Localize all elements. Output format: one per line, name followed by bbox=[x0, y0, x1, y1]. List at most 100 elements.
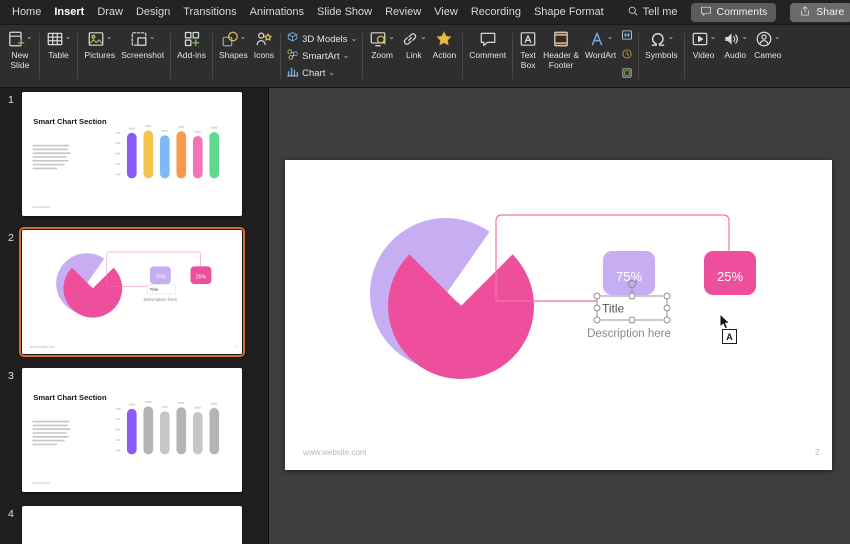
ribbon-group-symbols: ⌄Symbols bbox=[642, 28, 681, 84]
menu-item-draw[interactable]: Draw bbox=[97, 6, 123, 18]
ribbon-group-media: ⌄Video⌄Audio⌄Cameo bbox=[688, 28, 785, 84]
menu-item-slide-show[interactable]: Slide Show bbox=[317, 6, 372, 18]
selection-handle[interactable] bbox=[594, 305, 600, 311]
pictures-icon bbox=[87, 30, 105, 51]
menu-item-home[interactable]: Home bbox=[12, 6, 41, 18]
ribbon-button-audio[interactable]: ⌄Audio bbox=[719, 28, 751, 62]
video-icon bbox=[691, 30, 709, 51]
slide-thumbnail-1[interactable]: Smart Chart Section bbox=[22, 92, 242, 216]
ribbon-button-3d-models[interactable]: 3D Models⌄ bbox=[284, 31, 359, 47]
ribbon-button-icons[interactable]: Icons bbox=[251, 28, 277, 62]
mini-bar bbox=[143, 406, 153, 454]
ribbon-button-video[interactable]: ⌄Video bbox=[688, 28, 720, 62]
ribbon-button-shapes[interactable]: ⌄Shapes bbox=[216, 28, 251, 62]
thumbnail-row: 1 Smart Chart Section bbox=[0, 92, 268, 216]
ribbon-group-links: ⌄Zoom⌄LinkAction bbox=[366, 28, 459, 84]
ribbon-separator bbox=[280, 33, 281, 79]
ribbon-button-cameo[interactable]: ⌄Cameo bbox=[751, 28, 784, 62]
ribbon-group-add-ins: Add-ins bbox=[174, 28, 209, 84]
percent-small-label: 25% bbox=[196, 274, 207, 280]
tell-me[interactable]: Tell me bbox=[627, 5, 678, 20]
mini-bar bbox=[160, 411, 170, 454]
ribbon-button-comment[interactable]: Comment bbox=[466, 28, 509, 62]
chevron-down-icon: ⌄ bbox=[65, 33, 72, 41]
menu-item-shape-format[interactable]: Shape Format bbox=[534, 6, 604, 18]
chevron-down-icon: ⌄ bbox=[106, 33, 113, 41]
ribbon-button-wordart[interactable]: ⌄WordArt bbox=[582, 28, 619, 62]
ribbon: ⌄NewSlide⌄Table⌄Pictures⌄ScreenshotAdd-i… bbox=[0, 25, 850, 88]
ribbon-button-action[interactable]: Action bbox=[430, 28, 460, 62]
ribbon-button-pictures[interactable]: ⌄Pictures bbox=[81, 28, 118, 62]
ribbon-ministack bbox=[619, 28, 635, 84]
add-ins-icon bbox=[183, 30, 201, 51]
ribbon-button-screenshot[interactable]: ⌄Screenshot bbox=[118, 28, 167, 62]
chevron-down-icon: ⌄ bbox=[149, 33, 156, 41]
mini-bar bbox=[127, 409, 137, 455]
menu-item-design[interactable]: Design bbox=[136, 6, 170, 18]
selection-handle[interactable] bbox=[664, 317, 670, 323]
selection-handle[interactable] bbox=[664, 293, 670, 299]
text-box-icon bbox=[519, 30, 537, 51]
date-time-icon[interactable] bbox=[621, 47, 633, 65]
share-icon bbox=[799, 5, 811, 20]
menu-item-animations[interactable]: Animations bbox=[250, 6, 304, 18]
mini-bar bbox=[209, 408, 219, 454]
thumb-slide-title: Smart Chart Section bbox=[33, 393, 107, 402]
selection-handle[interactable] bbox=[594, 317, 600, 323]
slide-canvas: 75% 25% Title Description here www.websi… bbox=[269, 88, 850, 544]
ribbon-button-symbols[interactable]: ⌄Symbols bbox=[642, 28, 681, 62]
slide-page-number: 2 bbox=[235, 345, 237, 349]
ribbon-group-tables: ⌄Table bbox=[43, 28, 75, 84]
ribbon-separator bbox=[684, 33, 685, 79]
comment-bubble-icon bbox=[700, 5, 712, 20]
ribbon-button-add-ins[interactable]: Add-ins bbox=[174, 28, 209, 62]
menu-item-insert[interactable]: Insert bbox=[54, 6, 84, 18]
selection-handle[interactable] bbox=[629, 293, 635, 299]
chevron-down-icon: ⌄ bbox=[351, 35, 358, 43]
ribbon-button-chart[interactable]: Chart⌄ bbox=[284, 65, 337, 81]
chart-icon bbox=[286, 65, 299, 81]
slide-thumbnail-panel[interactable]: 1 Smart Chart Section 2 75% 25% Title De… bbox=[0, 88, 269, 544]
mini-bar bbox=[193, 412, 203, 454]
thumbnail-number: 3 bbox=[0, 368, 22, 492]
menu-item-review[interactable]: Review bbox=[385, 6, 421, 18]
tell-me-label: Tell me bbox=[643, 6, 678, 18]
ribbon-button-smartart[interactable]: SmartArt⌄ bbox=[284, 48, 351, 64]
slide-page-number: 2 bbox=[815, 448, 820, 457]
slide-footer-url: www.website.com bbox=[29, 345, 55, 349]
ribbon-button-table[interactable]: ⌄Table bbox=[43, 28, 75, 62]
menu-item-view[interactable]: View bbox=[434, 6, 458, 18]
ribbon-button-text-box[interactable]: TextBox bbox=[516, 28, 540, 71]
comments-button[interactable]: Comments bbox=[691, 3, 777, 22]
thumb-slide-title: Smart Chart Section bbox=[33, 117, 107, 126]
selection-handle[interactable] bbox=[664, 305, 670, 311]
chevron-down-icon: ⌄ bbox=[710, 33, 717, 41]
menu-item-recording[interactable]: Recording bbox=[471, 6, 521, 18]
chevron-down-icon: ⌄ bbox=[774, 33, 781, 41]
ribbon-group-comments: Comment bbox=[466, 28, 509, 84]
ribbon-button-new-slide[interactable]: ⌄NewSlide bbox=[4, 28, 36, 71]
selection-handle[interactable] bbox=[629, 317, 635, 323]
title-text: Title bbox=[602, 302, 625, 316]
mini-bar bbox=[160, 135, 170, 178]
menu-item-transitions[interactable]: Transitions bbox=[183, 6, 236, 18]
new-slide-icon bbox=[7, 30, 25, 51]
slide-thumbnail-3[interactable]: Smart Chart Section bbox=[22, 368, 242, 492]
thumbnail-number: 1 bbox=[0, 92, 22, 216]
share-button[interactable]: Share bbox=[790, 3, 850, 22]
mini-bar bbox=[209, 132, 219, 178]
slide-thumbnail-2[interactable]: 75% 25% Title Description here www.websi… bbox=[22, 230, 242, 354]
slide-editor[interactable]: 75% 25% Title Description here www.websi… bbox=[285, 160, 832, 470]
description-text: Description here bbox=[587, 328, 671, 340]
ribbon-button-link[interactable]: ⌄Link bbox=[398, 28, 430, 62]
chevron-down-icon: ⌄ bbox=[388, 33, 395, 41]
object-icon[interactable] bbox=[621, 66, 633, 84]
link-icon bbox=[401, 30, 419, 51]
selection-handle[interactable] bbox=[594, 293, 600, 299]
slide-number-icon[interactable] bbox=[621, 28, 633, 46]
slide-thumbnail-4[interactable] bbox=[22, 506, 242, 544]
ribbon-button-header-footer[interactable]: Header &Footer bbox=[540, 28, 582, 71]
smartart-icon bbox=[286, 48, 299, 64]
ribbon-button-zoom[interactable]: ⌄Zoom bbox=[366, 28, 398, 62]
percent-large-label: 75% bbox=[155, 274, 166, 280]
